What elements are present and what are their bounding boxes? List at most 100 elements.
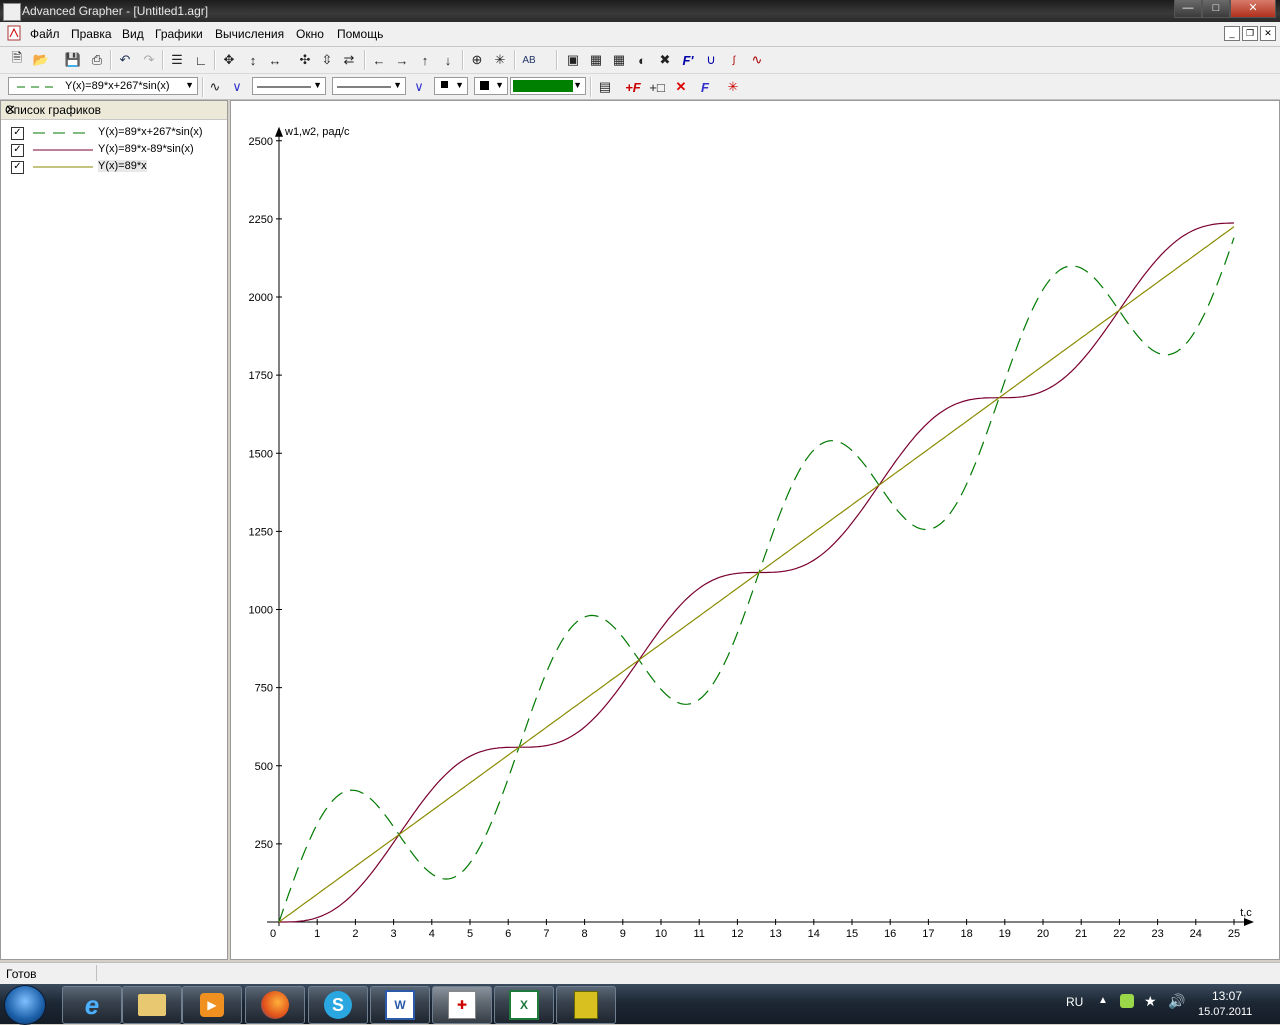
mdi-restore-button[interactable]: ❐ [1242,26,1258,41]
close-icon[interactable]: ✕ [5,102,223,118]
x-tick-label: 19 [999,928,1011,940]
open-file-icon[interactable]: 📂 [32,51,50,69]
graph-visible-checkbox[interactable]: ✓ [11,127,24,140]
add-table-icon[interactable]: +□ [648,78,666,96]
zoom-in-both-icon[interactable]: ✣ [296,51,314,69]
network-icon[interactable]: ★ [1144,993,1157,1010]
folder-icon [138,994,166,1016]
line-width-combo[interactable]: ▼ [332,77,406,95]
clock-time[interactable]: 13:07 [1212,989,1242,1003]
x-tick-label: 13 [769,928,781,940]
color-combo[interactable]: ▼ [510,77,586,95]
redo-icon[interactable]: ↷ [140,51,158,69]
chevron-down-icon: ▼ [185,80,194,90]
taskbar-firefox[interactable] [245,986,305,1024]
graph-list-item[interactable]: ✓ Y(x)=89*x-89*sin(x) [9,142,224,158]
line-style-combo[interactable]: ▼ [252,77,326,95]
tray-expand-icon[interactable]: ▲ [1098,995,1108,1006]
curve-vertex-icon[interactable]: ∨ [228,78,246,96]
line-sample [33,149,93,151]
taskbar-excel[interactable]: X [494,986,554,1024]
clock-date[interactable]: 15.07.2011 [1198,1006,1252,1018]
trace-icon[interactable]: ✳ [724,78,742,96]
graph-analysis-icon[interactable]: ◐ [633,51,651,69]
graph-formula-combo[interactable]: Y(x)=89*x+267*sin(x) ▼ [8,77,198,95]
minimize-button[interactable]: — [1174,0,1202,18]
undo-icon[interactable]: ↶ [116,51,134,69]
network-app-icon [574,991,598,1019]
x-axis-arrow [1244,918,1254,926]
taskbar-network-app[interactable] [556,986,616,1024]
document-icon[interactable] [6,25,22,41]
intersection-icon[interactable]: ✖ [656,51,674,69]
save-icon[interactable]: 💾 [64,51,82,69]
tangent-icon[interactable]: ∪ [702,51,720,69]
menu-calculations[interactable]: Вычисления [215,27,284,41]
graph-canvas[interactable]: 0 1 2 3 4 5 6 7 8 9 10 11 12 13 14 15 16 17 18 19 20 21 22 23 24… [230,100,1280,960]
text-label-icon[interactable]: AB [520,51,538,69]
maximize-button[interactable]: □ [1202,0,1230,18]
shrink-horizontal-icon[interactable]: ⇄ [340,51,358,69]
marker-type-icon[interactable]: ∨ [410,78,428,96]
graph-list-item[interactable]: ✓ Y(x)=89*x+267*sin(x) [9,125,224,141]
graph-plot[interactable]: 0 1 2 3 4 5 6 7 8 9 10 11 12 13 14 15 16 17 18 19 20 21 22 23 24… [231,101,1279,959]
start-button[interactable] [4,985,46,1025]
graph-list-panel: Список графиков ✕ ✓ Y(x)=89*x+267*sin(x)… [0,100,228,960]
graph-list-icon[interactable]: ☰ [168,51,186,69]
grid-snap-icon[interactable]: ✳ [491,51,509,69]
print-icon[interactable]: ⎙ [88,51,106,69]
axes-icon[interactable]: ∟ [192,51,210,69]
delete-graph-icon[interactable]: ✕ [672,78,690,96]
curve-type-icon[interactable]: ∿ [206,78,224,96]
new-file-icon[interactable]: 🗎 [8,50,26,69]
mdi-minimize-button[interactable]: _ [1224,26,1240,41]
graph-list-item[interactable]: ✓ Y(x)=89*x [9,159,224,175]
menu-window[interactable]: Окно [296,27,324,41]
graph-visible-checkbox[interactable]: ✓ [11,144,24,157]
mdi-close-button[interactable]: ✕ [1260,26,1276,41]
center-icon[interactable]: ⊕ [468,51,486,69]
language-indicator[interactable]: RU [1066,995,1083,1009]
tray-app-icon[interactable] [1120,994,1134,1008]
close-button[interactable]: ✕ [1230,0,1276,18]
app-icon[interactable] [3,3,21,21]
x-tick-label: 9 [620,928,626,940]
arrow-right-icon[interactable]: → [393,51,411,69]
volume-icon[interactable]: 🔊 [1168,993,1185,1010]
marker-size-combo[interactable]: ▼ [474,77,508,95]
integral-icon[interactable]: ∫ [725,51,743,69]
properties-icon[interactable]: ▣ [564,51,582,69]
taskbar-word[interactable]: W [370,986,430,1024]
menu-help[interactable]: Помощь [337,27,383,41]
menu-file[interactable]: Файл [30,27,60,41]
taskbar-media-player[interactable]: ▶ [182,986,242,1024]
table-icon[interactable]: ▦ [610,51,628,69]
chevron-down-icon: ▼ [495,80,504,90]
add-graph-icon[interactable]: +F [624,78,642,96]
arrow-up-icon[interactable]: ↑ [416,51,434,69]
x-tick-label: 18 [960,928,972,940]
menu-view[interactable]: Вид [122,27,144,41]
graph-properties-icon[interactable]: ▤ [596,78,614,96]
taskbar-advanced-grapher[interactable]: ✚ [432,986,492,1024]
stretch-vertical-icon[interactable]: ↕ [244,51,262,69]
menu-edit[interactable]: Правка [71,27,112,41]
taskbar-file-explorer[interactable] [122,986,182,1024]
y-tick-label: 1750 [249,370,273,382]
arrow-left-icon[interactable]: ← [370,51,388,69]
pan-icon[interactable]: ✥ [220,51,238,69]
derivative-icon[interactable]: F' [679,51,697,69]
arrow-down-icon[interactable]: ↓ [439,51,457,69]
shrink-vertical-icon[interactable]: ⇳ [318,51,336,69]
marker-combo[interactable]: ▼ [434,77,468,95]
taskbar-skype[interactable]: S [308,986,368,1024]
line-sample [33,132,93,134]
graph-visible-checkbox[interactable]: ✓ [11,161,24,174]
regression-icon[interactable]: ∿ [748,51,766,69]
stretch-horizontal-icon[interactable]: ↔ [266,51,284,69]
firefox-icon [261,991,289,1019]
edit-graph-icon[interactable]: F [696,78,714,96]
menu-graphs[interactable]: Графики [155,27,203,41]
taskbar-internet-explorer[interactable]: e [62,986,122,1024]
calculator-icon[interactable]: ▦ [587,51,605,69]
